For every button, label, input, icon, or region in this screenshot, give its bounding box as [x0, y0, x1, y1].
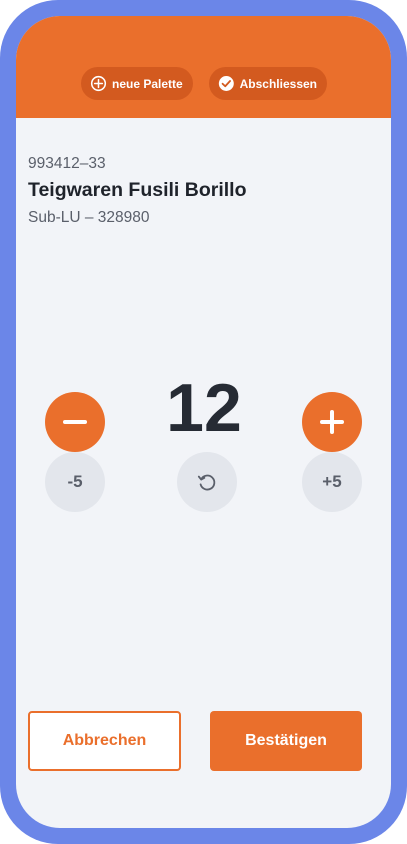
reset-button[interactable] [177, 452, 237, 512]
confirm-label: Bestätigen [245, 732, 327, 749]
confirm-button[interactable]: Bestätigen [210, 711, 362, 771]
header-bar: neue Palette Abschliessen [16, 16, 391, 118]
quantity-value: 12 [166, 370, 242, 446]
decrement-button[interactable] [45, 392, 105, 452]
increment-button[interactable] [302, 392, 362, 452]
device-frame: neue Palette Abschliessen 993412–33 Teig… [0, 0, 407, 844]
minus-icon [63, 420, 87, 424]
article-title: Teigwaren Fusili Borillo [28, 179, 247, 201]
new-pallet-label: neue Palette [112, 76, 183, 91]
finish-button[interactable]: Abschliessen [209, 67, 327, 100]
reset-icon [197, 474, 216, 491]
cancel-button[interactable]: Abbrechen [28, 711, 181, 771]
new-pallet-button[interactable]: neue Palette [81, 67, 193, 100]
finish-label: Abschliessen [239, 76, 317, 91]
app-screen: neue Palette Abschliessen 993412–33 Teig… [16, 16, 391, 828]
sub-lu-label: Sub-LU – 328980 [28, 209, 150, 226]
minus-five-button[interactable]: -5 [45, 452, 105, 512]
plus-five-button[interactable]: +5 [302, 452, 362, 512]
plus-icon [320, 410, 344, 434]
plus-circle-icon [90, 75, 107, 92]
article-code: 993412–33 [28, 155, 106, 172]
cancel-label: Abbrechen [62, 732, 147, 749]
minus-five-label: -5 [67, 472, 83, 491]
check-circle-icon [218, 76, 234, 91]
plus-five-label: +5 [322, 472, 342, 491]
